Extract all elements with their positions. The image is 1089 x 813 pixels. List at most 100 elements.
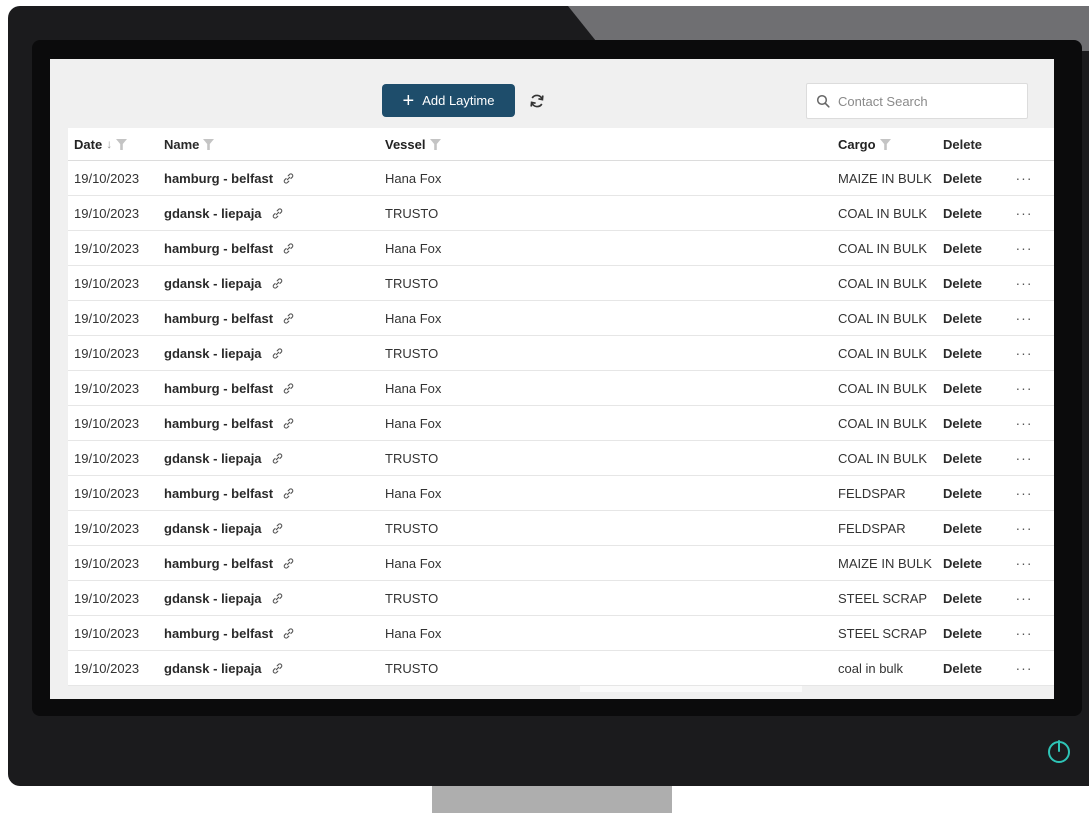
more-options-icon[interactable]: ··· [1014,336,1034,370]
link-icon[interactable] [283,242,294,254]
name-cell[interactable]: gdansk - liepaja [164,651,283,685]
date-header[interactable]: Date ↓ [74,128,128,160]
name-cell[interactable]: gdansk - liepaja [164,266,283,300]
delete-button[interactable]: Delete [943,231,982,265]
delete-button[interactable]: Delete [943,301,982,335]
name-link[interactable]: hamburg - belfast [164,486,273,501]
name-link[interactable]: gdansk - liepaja [164,276,262,291]
name-link[interactable]: gdansk - liepaja [164,521,262,536]
more-options-icon[interactable]: ··· [1014,581,1034,615]
delete-button[interactable]: Delete [943,616,982,650]
more-options-icon[interactable]: ··· [1014,511,1034,545]
table-row[interactable]: 19/10/2023 hamburg - belfast Hana Fox COAL … [68,371,1054,406]
vessel-header[interactable]: Vessel [385,128,441,160]
delete-button[interactable]: Delete [943,336,982,370]
delete-button[interactable]: Delete [943,161,982,195]
table-row[interactable]: 19/10/2023 hamburg - belfast Hana Fox MAIZE… [68,546,1054,581]
refresh-icon[interactable] [526,90,548,112]
table-row[interactable]: 19/10/2023 gdansk - liepaja TRUSTO FELDSPAR… [68,511,1054,546]
delete-button[interactable]: Delete [943,371,982,405]
more-options-icon[interactable]: ··· [1014,301,1034,335]
filter-icon[interactable] [429,138,441,150]
filter-icon[interactable] [116,138,128,150]
delete-button[interactable]: Delete [943,441,982,475]
more-options-icon[interactable]: ··· [1014,546,1034,580]
link-icon[interactable] [272,522,283,534]
table-row[interactable]: 19/10/2023 hamburg - belfast Hana Fox STEEL… [68,616,1054,651]
filter-icon[interactable] [879,138,891,150]
table-row[interactable]: 19/10/2023 hamburg - belfast Hana Fox COAL … [68,301,1054,336]
link-icon[interactable] [283,382,294,394]
link-icon[interactable] [283,627,294,639]
name-link[interactable]: gdansk - liepaja [164,206,262,221]
cargo-header[interactable]: Cargo [838,128,891,160]
name-cell[interactable]: gdansk - liepaja [164,511,283,545]
name-header[interactable]: Name [164,128,215,160]
more-options-icon[interactable]: ··· [1014,476,1034,510]
more-options-icon[interactable]: ··· [1014,441,1034,475]
name-link[interactable]: gdansk - liepaja [164,451,262,466]
table-row[interactable]: 19/10/2023 hamburg - belfast Hana Fox COAL … [68,406,1054,441]
table-row[interactable]: 19/10/2023 gdansk - liepaja TRUSTO COAL IN … [68,336,1054,371]
name-link[interactable]: hamburg - belfast [164,381,273,396]
delete-button[interactable]: Delete [943,581,982,615]
link-icon[interactable] [283,487,294,499]
name-cell[interactable]: gdansk - liepaja [164,336,283,370]
more-options-icon[interactable]: ··· [1014,231,1034,265]
name-cell[interactable]: gdansk - liepaja [164,196,283,230]
link-icon[interactable] [283,312,294,324]
link-icon[interactable] [272,277,283,289]
more-options-icon[interactable]: ··· [1014,651,1034,685]
name-cell[interactable]: hamburg - belfast [164,231,294,265]
sort-down-icon[interactable]: ↓ [106,137,112,151]
table-row[interactable]: 19/10/2023 gdansk - liepaja TRUSTO COAL IN … [68,266,1054,301]
filter-icon[interactable] [203,138,215,150]
delete-button[interactable]: Delete [943,511,982,545]
table-row[interactable]: 19/10/2023 gdansk - liepaja TRUSTO STEEL SC… [68,581,1054,616]
table-row[interactable]: 19/10/2023 gdansk - liepaja TRUSTO coal in … [68,651,1054,686]
delete-button[interactable]: Delete [943,406,982,440]
link-icon[interactable] [283,557,294,569]
name-link[interactable]: gdansk - liepaja [164,591,262,606]
contact-search-input[interactable] [836,92,1020,110]
name-cell[interactable]: hamburg - belfast [164,476,294,510]
link-icon[interactable] [272,452,283,464]
table-row[interactable]: 19/10/2023 gdansk - liepaja TRUSTO COAL IN … [68,441,1054,476]
more-options-icon[interactable]: ··· [1014,196,1034,230]
name-cell[interactable]: hamburg - belfast [164,406,294,440]
delete-button[interactable]: Delete [943,546,982,580]
name-cell[interactable]: hamburg - belfast [164,616,294,650]
delete-button[interactable]: Delete [943,196,982,230]
link-icon[interactable] [272,662,283,674]
link-icon[interactable] [272,592,283,604]
delete-button[interactable]: Delete [943,476,982,510]
table-row[interactable]: 19/10/2023 hamburg - belfast Hana Fox FELDS… [68,476,1054,511]
name-link[interactable]: hamburg - belfast [164,556,273,571]
name-link[interactable]: gdansk - liepaja [164,346,262,361]
table-row[interactable]: 19/10/2023 hamburg - belfast Hana Fox MAIZE… [68,161,1054,196]
name-link[interactable]: hamburg - belfast [164,241,273,256]
name-cell[interactable]: hamburg - belfast [164,546,294,580]
table-row[interactable]: 19/10/2023 hamburg - belfast Hana Fox COAL … [68,231,1054,266]
delete-button[interactable]: Delete [943,651,982,685]
name-link[interactable]: hamburg - belfast [164,416,273,431]
table-row[interactable]: 19/10/2023 gdansk - liepaja TRUSTO COAL IN … [68,196,1054,231]
name-cell[interactable]: gdansk - liepaja [164,441,283,475]
link-icon[interactable] [283,172,294,184]
more-options-icon[interactable]: ··· [1014,266,1034,300]
name-cell[interactable]: hamburg - belfast [164,371,294,405]
power-icon[interactable] [1046,738,1072,764]
horizontal-scrollbar[interactable] [580,686,802,692]
name-cell[interactable]: hamburg - belfast [164,301,294,335]
name-link[interactable]: hamburg - belfast [164,171,273,186]
delete-button[interactable]: Delete [943,266,982,300]
link-icon[interactable] [283,417,294,429]
more-options-icon[interactable]: ··· [1014,371,1034,405]
name-cell[interactable]: gdansk - liepaja [164,581,283,615]
link-icon[interactable] [272,207,283,219]
more-options-icon[interactable]: ··· [1014,161,1034,195]
add-laytime-button[interactable]: + Add Laytime [382,84,515,117]
link-icon[interactable] [272,347,283,359]
name-link[interactable]: gdansk - liepaja [164,661,262,676]
name-link[interactable]: hamburg - belfast [164,311,273,326]
